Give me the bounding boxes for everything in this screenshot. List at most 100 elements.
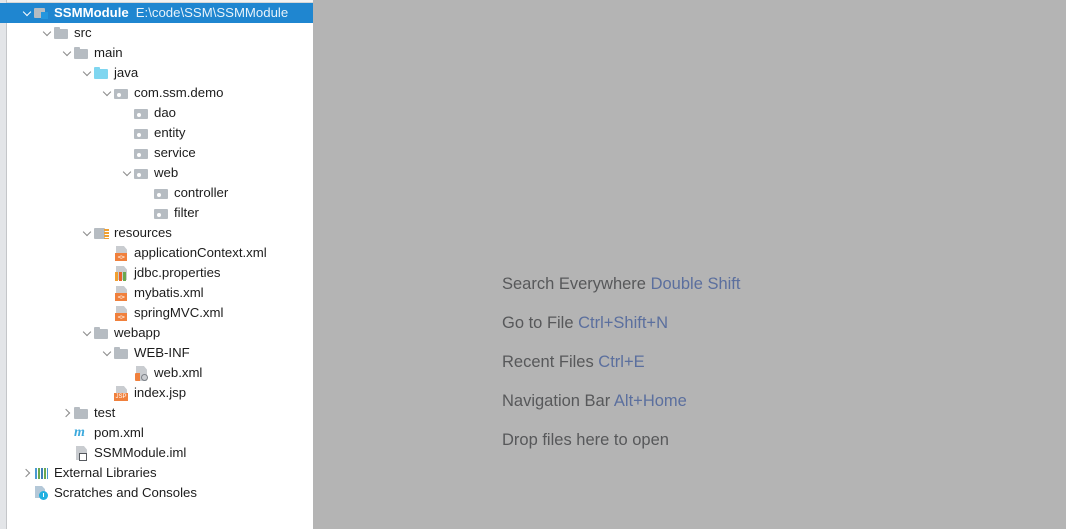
tree-row[interactable]: WEB-INF bbox=[8, 343, 313, 363]
tree-row[interactable]: main bbox=[8, 43, 313, 63]
jsp-file-icon bbox=[114, 385, 130, 401]
xml-file-icon bbox=[114, 285, 130, 301]
tree-row-label: External Libraries bbox=[54, 465, 157, 480]
tree-row[interactable]: web bbox=[8, 163, 313, 183]
tree-row[interactable]: resources bbox=[8, 223, 313, 243]
source-folder-icon bbox=[94, 65, 110, 81]
web-xml-file-icon bbox=[134, 365, 150, 381]
package-icon bbox=[134, 145, 150, 161]
tree-row-label: filter bbox=[174, 205, 199, 220]
tree-row[interactable]: mybatis.xml bbox=[8, 283, 313, 303]
iml-file-icon bbox=[74, 445, 90, 461]
package-icon bbox=[134, 125, 150, 141]
tree-row-label: webapp bbox=[114, 325, 161, 340]
properties-file-icon bbox=[114, 265, 130, 281]
ide-window: SSMModule E:\code\SSM\SSMModule src main jav… bbox=[0, 0, 1066, 529]
tree-row-label: controller bbox=[174, 185, 229, 200]
project-tree[interactable]: SSMModule E:\code\SSM\SSMModule src main jav… bbox=[0, 3, 313, 503]
chevron-right-icon[interactable] bbox=[61, 403, 74, 423]
editor-hint-row: Recent Files Ctrl+E bbox=[502, 349, 740, 388]
tree-row-label: springMVC.xml bbox=[134, 305, 224, 320]
tree-row[interactable]: applicationContext.xml bbox=[8, 243, 313, 263]
tree-row-label: mybatis.xml bbox=[134, 285, 204, 300]
tree-row[interactable]: service bbox=[8, 143, 313, 163]
tree-row[interactable]: External Libraries bbox=[8, 463, 313, 483]
chevron-down-icon[interactable] bbox=[101, 83, 114, 103]
folder-icon bbox=[94, 325, 110, 341]
editor-hint-action: Navigation Bar bbox=[502, 392, 611, 410]
tree-row-label: resources bbox=[114, 225, 172, 240]
tree-row[interactable]: entity bbox=[8, 123, 313, 143]
tree-row[interactable]: dao bbox=[8, 103, 313, 123]
tree-row-label: WEB-INF bbox=[134, 345, 190, 360]
project-tool-window[interactable]: SSMModule E:\code\SSM\SSMModule src main jav… bbox=[0, 0, 313, 529]
chevron-down-icon[interactable] bbox=[21, 3, 34, 23]
editor-hint-action: Recent Files bbox=[502, 353, 594, 371]
editor-hint-row: Navigation Bar Alt+Home bbox=[502, 388, 740, 427]
editor-hint-shortcut: Alt+Home bbox=[613, 392, 687, 410]
folder-icon bbox=[74, 45, 90, 61]
editor-hint-action: Go to File bbox=[502, 314, 574, 332]
tree-row-label: src bbox=[74, 25, 92, 40]
tree-row[interactable]: src bbox=[8, 23, 313, 43]
module-path: E:\code\SSM\SSMModule bbox=[135, 5, 289, 20]
tree-row-label: test bbox=[94, 405, 116, 420]
editor-hint-row: Go to File Ctrl+Shift+N bbox=[502, 310, 740, 349]
tree-row[interactable]: filter bbox=[8, 203, 313, 223]
tree-row[interactable]: pom.xml bbox=[8, 423, 313, 443]
tool-window-gutter bbox=[0, 0, 7, 529]
tree-row[interactable]: web.xml bbox=[8, 363, 313, 383]
tree-row[interactable]: index.jsp bbox=[8, 383, 313, 403]
tree-row[interactable]: Scratches and Consoles bbox=[8, 483, 313, 503]
chevron-down-icon[interactable] bbox=[81, 223, 94, 243]
editor-hints-list: Search Everywhere Double Shift Go to File… bbox=[502, 271, 740, 466]
tree-row[interactable]: com.ssm.demo bbox=[8, 83, 313, 103]
maven-file-icon bbox=[74, 424, 90, 441]
chevron-right-icon[interactable] bbox=[21, 463, 34, 483]
chevron-down-icon[interactable] bbox=[81, 63, 94, 83]
tree-row-label: SSMModule.iml bbox=[94, 445, 187, 460]
tree-row-label: dao bbox=[154, 105, 177, 120]
editor-hint-shortcut: Ctrl+E bbox=[598, 353, 645, 371]
tree-row[interactable]: webapp bbox=[8, 323, 313, 343]
tree-row[interactable]: controller bbox=[8, 183, 313, 203]
tree-row-label: java bbox=[114, 65, 139, 80]
tree-row[interactable]: jdbc.properties bbox=[8, 263, 313, 283]
tree-row-label: entity bbox=[154, 125, 186, 140]
editor-hint-shortcut: Double Shift bbox=[650, 275, 741, 293]
folder-icon bbox=[54, 25, 70, 41]
tree-row[interactable]: springMVC.xml bbox=[8, 303, 313, 323]
tree-row[interactable]: SSMModule.iml bbox=[8, 443, 313, 463]
chevron-down-icon[interactable] bbox=[61, 43, 74, 63]
package-icon bbox=[154, 205, 170, 221]
tree-row[interactable]: java bbox=[8, 63, 313, 83]
tree-row-module-root[interactable]: SSMModule E:\code\SSM\SSMModule bbox=[0, 3, 313, 23]
chevron-down-icon[interactable] bbox=[41, 23, 54, 43]
editor-hint-action: Drop files here to open bbox=[502, 431, 669, 449]
tree-row-label: Scratches and Consoles bbox=[54, 485, 197, 500]
tree-row-label: com.ssm.demo bbox=[134, 85, 224, 100]
tree-row-label: web.xml bbox=[154, 365, 203, 380]
folder-icon bbox=[74, 405, 90, 421]
editor-empty-area[interactable]: Search Everywhere Double Shift Go to File… bbox=[313, 0, 1066, 529]
chevron-down-icon[interactable] bbox=[81, 323, 94, 343]
chevron-down-icon[interactable] bbox=[121, 163, 134, 183]
editor-hint-action: Search Everywhere bbox=[502, 275, 646, 293]
editor-hint-row: Drop files here to open bbox=[502, 427, 740, 466]
module-icon bbox=[34, 5, 50, 21]
libraries-icon bbox=[34, 465, 50, 481]
chevron-down-icon[interactable] bbox=[101, 343, 114, 363]
package-icon bbox=[134, 105, 150, 121]
tree-row-label: index.jsp bbox=[134, 385, 187, 400]
tree-row[interactable]: test bbox=[8, 403, 313, 423]
